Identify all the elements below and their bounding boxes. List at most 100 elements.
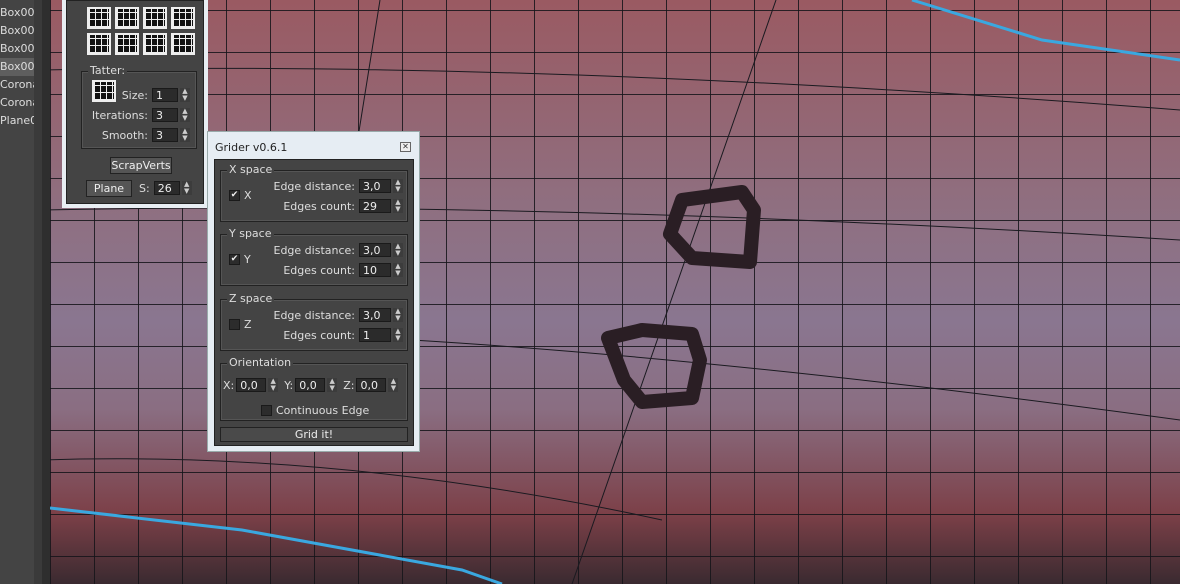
spinner-arrows-icon[interactable]: ▲ ▼ <box>393 199 403 213</box>
spinner-arrows-icon[interactable]: ▲ ▼ <box>393 328 403 342</box>
pattern-icon[interactable] <box>171 7 195 29</box>
grider-dialog: Grider v0.6.1 ✕ X space ✔ X Edge distance… <box>207 131 420 452</box>
tatter-label: Tatter: <box>88 64 128 77</box>
x-checkbox[interactable]: ✔ <box>229 190 240 201</box>
edges-count-label: Edges count: <box>283 199 355 213</box>
orient-x-label: X: <box>223 378 235 392</box>
continuous-edge-checkbox[interactable] <box>261 405 272 416</box>
edges-count-label: Edges count: <box>283 328 355 342</box>
z-edges-count-input[interactable]: 1 <box>359 328 391 342</box>
x-space-group: X space ✔ X Edge distance: 3,0 ▲ ▼ Edges cou… <box>220 163 408 222</box>
x-edges-count-input[interactable]: 29 <box>359 199 391 213</box>
object-item[interactable]: Box005 <box>0 22 34 40</box>
y-edges-count-spinner[interactable]: 10 ▲ ▼ <box>359 263 403 277</box>
edges-count-label: Edges count: <box>283 263 355 277</box>
plane-button[interactable]: Plane <box>86 180 132 197</box>
size-spinner[interactable]: 1 ▲ ▼ <box>152 88 190 102</box>
spinner-arrows-icon[interactable]: ▲ ▼ <box>181 181 192 195</box>
z-edges-count-spinner[interactable]: 1 ▲ ▼ <box>359 328 403 342</box>
x-edges-count-spinner[interactable]: 29 ▲ ▼ <box>359 199 403 213</box>
annotation-scribble-2 <box>601 323 707 409</box>
x-edge-distance-input[interactable]: 3,0 <box>359 179 391 193</box>
scrapverts-button[interactable]: ScrapVerts <box>110 157 172 174</box>
iterations-spinner[interactable]: 3 ▲ ▼ <box>152 108 190 122</box>
edge-distance-label: Edge distance: <box>273 308 356 322</box>
object-item[interactable]: Box004 <box>0 4 34 22</box>
pattern-icon[interactable] <box>115 7 139 29</box>
size-input[interactable]: 1 <box>152 88 178 102</box>
spinner-arrows-icon[interactable]: ▲ ▼ <box>393 179 403 193</box>
selected-edge-bottom <box>49 506 503 584</box>
spinner-arrows-icon[interactable]: ▲ ▼ <box>327 378 338 392</box>
orientation-group: Orientation X: 0,0 ▲ ▼ Y: 0,0 ▲ ▼ Z: 0,0 ▲ ▼ Cont… <box>220 356 408 421</box>
y-edge-distance-input[interactable]: 3,0 <box>359 243 391 257</box>
size-label: Size: <box>121 88 148 102</box>
tatter-group: Tatter: Size: 1 ▲ ▼ Iterations: 3 ▲ ▼ Smooth: 3… <box>81 64 197 149</box>
tatter-icon[interactable] <box>92 80 116 102</box>
y-space-group: Y space ✔ Y Edge distance: 3,0 ▲ ▼ Edges cou… <box>220 227 408 286</box>
x-check-label: X <box>244 189 252 202</box>
pattern-icon[interactable] <box>143 33 167 55</box>
x-edge-distance-spinner[interactable]: 3,0 ▲ ▼ <box>359 179 403 193</box>
object-item[interactable]: Box006 <box>0 40 34 58</box>
edge-distance-label: Edge distance: <box>273 243 356 257</box>
orient-x-spinner[interactable]: 0,0 ▲ ▼ <box>236 378 279 392</box>
pattern-icon[interactable] <box>87 33 111 55</box>
spinner-arrows-icon[interactable]: ▲ ▼ <box>393 308 403 322</box>
pattern-icon[interactable] <box>115 33 139 55</box>
smooth-label: Smooth: <box>101 128 148 142</box>
iterations-label: Iterations: <box>91 108 148 122</box>
x-space-label: X space <box>227 163 275 176</box>
s-input[interactable]: 26 <box>153 181 180 195</box>
object-item[interactable]: Plane001 <box>0 112 34 130</box>
edge-distance-label: Edge distance: <box>273 179 356 193</box>
spinner-arrows-icon[interactable]: ▲ ▼ <box>180 128 190 142</box>
z-space-label: Z space <box>227 292 275 305</box>
selected-edge-top <box>911 0 1180 62</box>
orient-y-label: Y: <box>284 378 294 392</box>
object-list[interactable]: Box004 Box005 Box006 Box007 CoronaLight … <box>0 0 42 584</box>
pattern-icons <box>87 7 195 55</box>
annotation-scribble-1 <box>663 185 761 269</box>
orient-y-spinner[interactable]: 0,0 ▲ ▼ <box>295 378 338 392</box>
s-label: S: <box>139 181 150 195</box>
orient-x-input[interactable]: 0,0 <box>236 378 267 392</box>
z-check-label: Z <box>244 318 252 331</box>
y-edges-count-input[interactable]: 10 <box>359 263 391 277</box>
panel-divider <box>42 0 50 584</box>
z-checkbox[interactable] <box>229 319 240 330</box>
object-item[interactable]: CoronaLight <box>0 94 34 112</box>
y-edge-distance-spinner[interactable]: 3,0 ▲ ▼ <box>359 243 403 257</box>
z-edge-distance-spinner[interactable]: 3,0 ▲ ▼ <box>359 308 403 322</box>
object-item-selected[interactable]: Box007 <box>0 58 34 76</box>
orient-y-input[interactable]: 0,0 <box>295 378 326 392</box>
continuous-edge-label: Continuous Edge <box>276 404 370 417</box>
y-check-label: Y <box>244 253 251 266</box>
smooth-input[interactable]: 3 <box>152 128 178 142</box>
y-space-label: Y space <box>227 227 274 240</box>
object-item[interactable]: CoronaLight <box>0 76 34 94</box>
spinner-arrows-icon[interactable]: ▲ ▼ <box>393 243 403 257</box>
pattern-icon[interactable] <box>171 33 195 55</box>
z-edge-distance-input[interactable]: 3,0 <box>359 308 391 322</box>
orient-z-input[interactable]: 0,0 <box>356 378 387 392</box>
s-spinner[interactable]: 26 ▲ ▼ <box>153 181 192 195</box>
y-checkbox[interactable]: ✔ <box>229 254 240 265</box>
dialog-title: Grider v0.6.1 <box>215 141 288 154</box>
orient-z-spinner[interactable]: 0,0 ▲ ▼ <box>356 378 399 392</box>
z-space-group: Z space Z Edge distance: 3,0 ▲ ▼ Edges coun… <box>220 292 408 351</box>
spinner-arrows-icon[interactable]: ▲ ▼ <box>268 378 279 392</box>
orientation-label: Orientation <box>227 356 294 369</box>
pattern-icon[interactable] <box>143 7 167 29</box>
smooth-spinner[interactable]: 3 ▲ ▼ <box>152 128 190 142</box>
pattern-icon[interactable] <box>87 7 111 29</box>
spinner-arrows-icon[interactable]: ▲ ▼ <box>393 263 403 277</box>
close-icon[interactable]: ✕ <box>400 142 411 152</box>
scrap-tool-panel: Tatter: Size: 1 ▲ ▼ Iterations: 3 ▲ ▼ Smooth: 3… <box>62 0 208 208</box>
spinner-arrows-icon[interactable]: ▲ ▼ <box>180 108 190 122</box>
spinner-arrows-icon[interactable]: ▲ ▼ <box>180 88 190 102</box>
spinner-arrows-icon[interactable]: ▲ ▼ <box>388 378 399 392</box>
iterations-input[interactable]: 3 <box>152 108 178 122</box>
orient-z-label: Z: <box>343 378 355 392</box>
grid-it-button[interactable]: Grid it! <box>220 427 408 442</box>
